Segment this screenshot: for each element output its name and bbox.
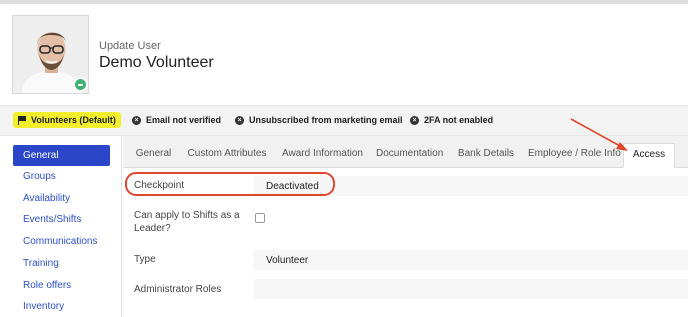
group-badge-label: Volunteers (Default): [31, 115, 116, 125]
tab-documentation[interactable]: Documentation: [376, 143, 443, 168]
sidebar-item-groups[interactable]: Groups: [13, 166, 110, 187]
user-header: Update User Demo Volunteer: [0, 4, 688, 105]
group-badge[interactable]: Volunteers (Default): [13, 112, 121, 128]
sidebar-item-events-shifts[interactable]: Events/Shifts: [13, 209, 110, 230]
tab-employee-role-info[interactable]: Employee / Role Info: [528, 143, 621, 168]
type-value[interactable]: Volunteer: [266, 255, 308, 266]
twofa-status-label: 2FA not enabled: [424, 115, 494, 125]
content-panel: General Custom Attributes Award Informat…: [123, 136, 688, 317]
twofa-status-badge: × 2FA not enabled: [410, 112, 493, 128]
leader-checkbox[interactable]: [255, 213, 265, 223]
email-status-label: Email not verified: [146, 115, 222, 125]
type-label: Type: [134, 254, 156, 265]
badges-row: Volunteers (Default) × Email not verifie…: [0, 105, 688, 136]
marketing-status-badge: × Unsubscribed from marketing email: [235, 112, 403, 128]
annotation-highlight: [125, 172, 335, 196]
email-status-badge: × Email not verified: [132, 112, 221, 128]
page-title: Demo Volunteer: [99, 54, 214, 71]
sidebar-item-general[interactable]: General: [13, 145, 110, 166]
x-circle-icon: ×: [235, 115, 244, 125]
flag-icon: [18, 116, 26, 125]
sidebar-item-inventory[interactable]: Inventory: [13, 296, 110, 317]
sidebar-item-communications[interactable]: Communications: [13, 231, 110, 252]
tabs-bar: General Custom Attributes Award Informat…: [123, 136, 688, 168]
leader-label-line2: Leader?: [134, 223, 171, 234]
admin-roles-label: Administrator Roles: [134, 284, 222, 295]
admin-roles-value-box[interactable]: [254, 279, 688, 299]
tab-award-information[interactable]: Award Information: [281, 143, 364, 168]
x-circle-icon: ×: [132, 115, 141, 125]
page-subtitle: Update User: [99, 40, 161, 52]
x-circle-icon: ×: [410, 115, 419, 125]
tab-access[interactable]: Access: [623, 143, 675, 168]
status-badge: [73, 77, 88, 92]
type-value-box: [254, 250, 688, 270]
leader-label-line1: Can apply to Shifts as a: [134, 210, 240, 221]
sidebar-item-availability[interactable]: Availability: [13, 188, 110, 209]
tab-custom-attributes[interactable]: Custom Attributes: [185, 143, 269, 168]
sidebar: General Groups Availability Events/Shift…: [0, 136, 122, 317]
tab-general[interactable]: General: [131, 143, 176, 168]
marketing-status-label: Unsubscribed from marketing email: [249, 115, 403, 125]
sidebar-item-role-offers[interactable]: Role offers: [13, 275, 110, 296]
sidebar-item-training[interactable]: Training: [13, 253, 110, 274]
tab-bank-details[interactable]: Bank Details: [455, 143, 517, 168]
